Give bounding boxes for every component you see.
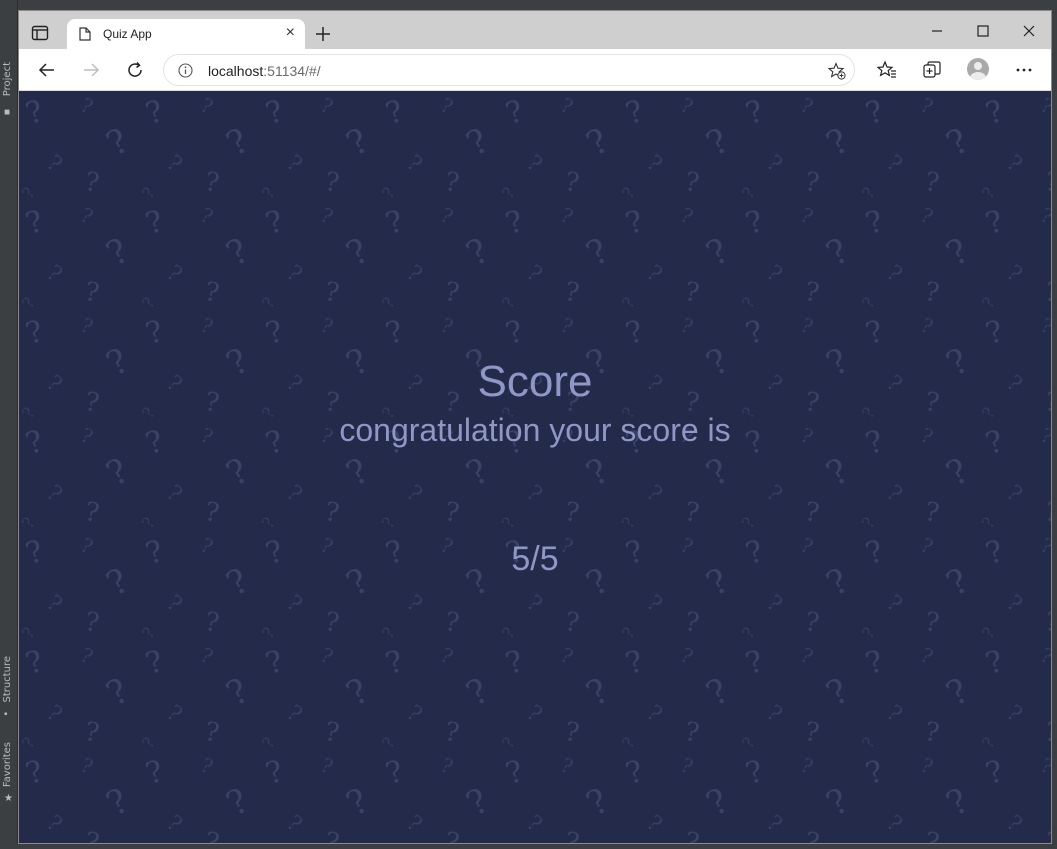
address-bar: localhost:51134/#/ bbox=[19, 49, 1051, 91]
plus-icon[interactable] bbox=[313, 24, 333, 44]
arrow-right-icon[interactable] bbox=[81, 60, 101, 80]
ide-right-toolbar bbox=[1052, 0, 1057, 849]
url-path: :51134/#/ bbox=[263, 63, 321, 79]
score-title: Score bbox=[477, 357, 593, 406]
ide-top-bar bbox=[0, 0, 1057, 10]
ide-tab-structure[interactable]: Structure bbox=[2, 656, 16, 703]
structure-icon: ▪ bbox=[4, 709, 8, 720]
tab-bar: Quiz App × bbox=[19, 11, 1051, 49]
browser-window: Quiz App × localhost:51134/#/ Score cong… bbox=[18, 10, 1052, 844]
url-field[interactable]: localhost:51134/#/ bbox=[163, 54, 855, 86]
page-icon bbox=[79, 27, 91, 41]
refresh-icon[interactable] bbox=[125, 60, 145, 80]
score-value: 5/5 bbox=[511, 540, 559, 578]
ide-tab-favorites[interactable]: Favorites bbox=[2, 742, 16, 787]
minimize-icon[interactable] bbox=[929, 23, 945, 39]
arrow-left-icon[interactable] bbox=[37, 60, 57, 80]
tab-quiz-app[interactable]: Quiz App × bbox=[67, 19, 305, 49]
ide-left-toolbar: Project ■ Structure ▪ Favorites ★ bbox=[0, 0, 18, 849]
tab-actions-icon[interactable] bbox=[31, 25, 49, 41]
collections-icon[interactable] bbox=[922, 60, 942, 80]
ide-tab-project[interactable]: Project bbox=[2, 62, 16, 96]
favorites-icon[interactable] bbox=[877, 60, 897, 80]
score-subtitle: congratulation your score is bbox=[339, 412, 731, 448]
maximize-icon[interactable] bbox=[975, 23, 991, 39]
page-content: ? ? ? ? ? ? Score congratulation your sc… bbox=[19, 91, 1051, 843]
url-host: localhost bbox=[208, 63, 264, 79]
close-icon[interactable]: × bbox=[286, 25, 295, 41]
avatar[interactable] bbox=[967, 58, 989, 80]
info-icon[interactable] bbox=[178, 63, 193, 78]
tab-title: Quiz App bbox=[103, 27, 152, 41]
more-icon[interactable] bbox=[1014, 60, 1034, 80]
url-text: localhost:51134/#/ bbox=[208, 63, 321, 79]
star-icon: ★ bbox=[4, 793, 13, 804]
window-close-icon[interactable] bbox=[1021, 23, 1037, 39]
star-plus-icon[interactable] bbox=[828, 62, 846, 80]
score-panel: Score congratulation your score is 5/5 bbox=[19, 91, 1051, 843]
folder-icon: ■ bbox=[4, 107, 11, 118]
